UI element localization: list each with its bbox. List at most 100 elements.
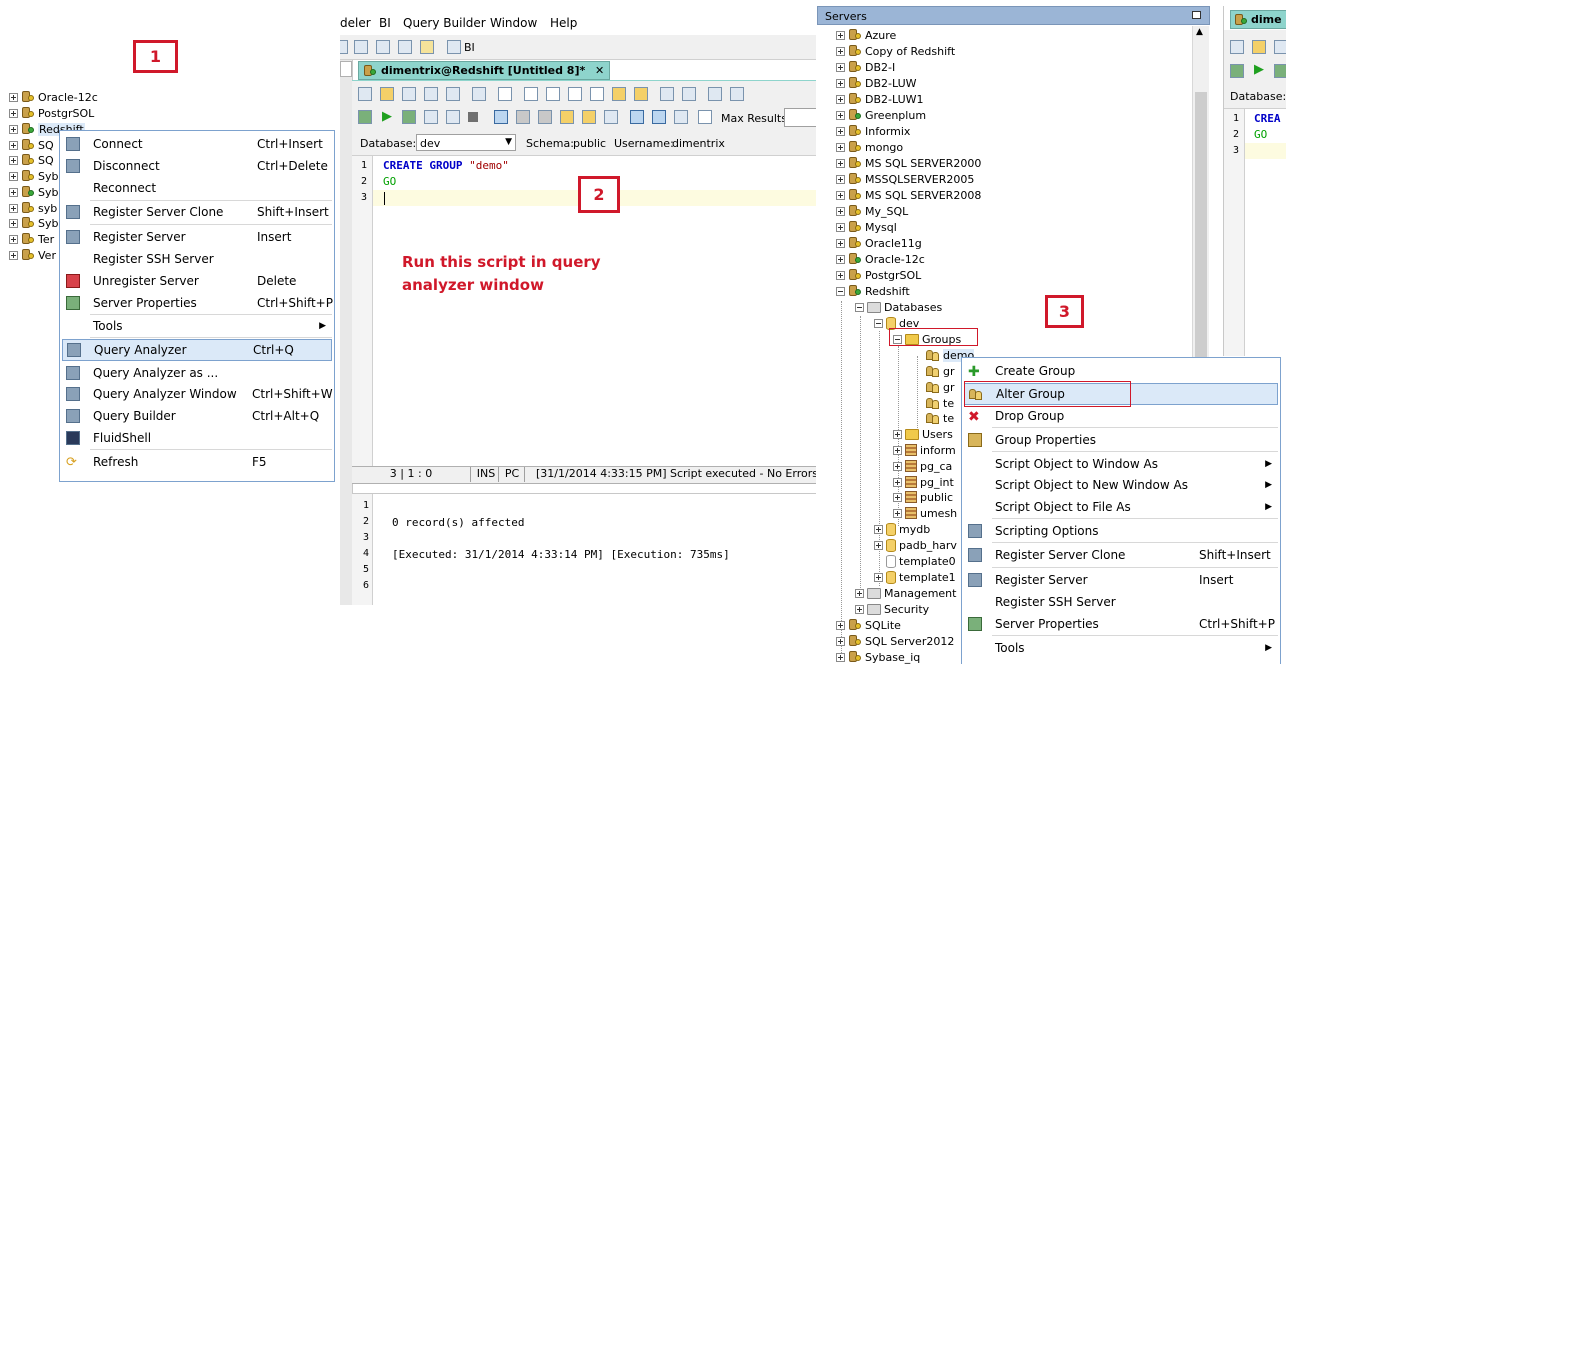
expand-icon[interactable]	[9, 234, 18, 244]
text-results-icon[interactable]	[652, 110, 666, 124]
menu-item-register-ssh-server[interactable]: Register SSH Server	[62, 249, 332, 269]
menu-help[interactable]: Help	[550, 16, 577, 30]
tree-node[interactable]: syb	[9, 200, 57, 216]
tree-node-group[interactable]: te	[926, 395, 954, 411]
menu-item-tools[interactable]: Tools ▶	[964, 638, 1278, 658]
expand-icon[interactable]	[836, 222, 845, 232]
tree-node-db[interactable]: padb_harv	[874, 537, 957, 553]
expand-icon[interactable]	[836, 78, 845, 88]
tree-node-group[interactable]: gr	[926, 379, 955, 395]
tree-node[interactable]: DB2-LUW1	[836, 91, 924, 107]
menu-item-register-server[interactable]: Register Server Insert	[62, 227, 332, 247]
menu-item-scripting-options[interactable]: Scripting Options	[964, 521, 1278, 541]
tree-node[interactable]: DB2-I	[836, 59, 895, 75]
expand-icon[interactable]	[893, 445, 902, 455]
menu-window[interactable]: Window	[490, 16, 537, 30]
expand-icon[interactable]	[836, 270, 845, 280]
expand-icon[interactable]	[9, 124, 18, 134]
save-as-icon[interactable]	[424, 87, 438, 101]
expand-icon[interactable]	[874, 524, 883, 534]
expand-icon[interactable]	[893, 492, 902, 502]
toolbar-icon[interactable]	[340, 40, 348, 54]
unformat-icon[interactable]	[682, 87, 696, 101]
copy-icon[interactable]	[568, 87, 582, 101]
collapse-icon[interactable]	[855, 302, 864, 312]
tree-node[interactable]: Syb	[9, 184, 58, 200]
expand-icon[interactable]	[836, 174, 845, 184]
expand-icon[interactable]	[855, 604, 864, 614]
toolbar-icon[interactable]	[376, 40, 390, 54]
max-results-input[interactable]	[784, 108, 816, 127]
menu-item-server-properties[interactable]: Server Properties Ctrl+Shift+P	[62, 293, 333, 313]
execute-current-icon[interactable]	[402, 110, 416, 124]
menu-query-builder[interactable]: Query Builder	[403, 16, 486, 30]
menu-item-tools[interactable]: Tools ▶	[62, 316, 332, 336]
menu-item-query-analyzer[interactable]: Query Analyzer Ctrl+Q	[62, 339, 332, 361]
format-icon[interactable]	[660, 87, 674, 101]
tree-node-db[interactable]: template0	[886, 553, 956, 569]
menu-item-query-analyzer-as[interactable]: Query Analyzer as ...	[62, 363, 332, 383]
toolbar-icon[interactable]	[398, 40, 412, 54]
menu-item-drop-group[interactable]: ✖ Drop Group	[964, 406, 1278, 426]
collapse-icon[interactable]	[836, 286, 845, 296]
execute-all-icon[interactable]	[1230, 64, 1244, 78]
expand-icon[interactable]	[9, 250, 18, 260]
menu-item-register-server-clone[interactable]: Register Server Clone Shift+Insert	[964, 545, 1278, 565]
menu-modeler[interactable]: deler	[340, 16, 371, 30]
rollback-icon[interactable]	[538, 110, 552, 124]
cut-icon[interactable]	[546, 87, 560, 101]
tree-node[interactable]: SQ	[9, 152, 54, 168]
tab-query-editor-2[interactable]: dime	[1230, 10, 1286, 29]
link-icon[interactable]	[708, 87, 722, 101]
database-select[interactable]: dev ▼	[416, 134, 516, 151]
expand-icon[interactable]	[836, 206, 845, 216]
plan-icon[interactable]	[446, 110, 460, 124]
tree-node[interactable]: SQLite	[836, 617, 901, 633]
expand-icon[interactable]	[9, 187, 18, 197]
expand-icon[interactable]	[9, 108, 18, 118]
expand-icon[interactable]	[893, 429, 902, 439]
expand-icon[interactable]	[9, 155, 18, 165]
unlink-icon[interactable]	[730, 87, 744, 101]
tree-node[interactable]: SQL Server2012	[836, 633, 954, 649]
expand-icon[interactable]	[836, 30, 845, 40]
new-icon[interactable]	[358, 87, 372, 101]
expand-icon[interactable]	[9, 92, 18, 102]
tree-node-databases[interactable]: Databases	[855, 299, 942, 315]
explain-icon[interactable]	[424, 110, 438, 124]
tree-node[interactable]: Oracle-12c	[9, 89, 98, 105]
restore-icon[interactable]	[1192, 11, 1201, 19]
expand-icon[interactable]	[836, 94, 845, 104]
redo-icon[interactable]	[634, 87, 648, 101]
menu-item-connect[interactable]: Connect Ctrl+Insert	[62, 134, 332, 154]
expand-icon[interactable]	[836, 620, 845, 630]
open-icon[interactable]	[1252, 40, 1266, 54]
expand-icon[interactable]	[836, 142, 845, 152]
tree-node-redshift[interactable]: Redshift	[836, 283, 910, 299]
expand-icon[interactable]	[836, 652, 845, 662]
expand-icon[interactable]	[9, 218, 18, 228]
save-all-icon[interactable]	[446, 87, 460, 101]
results-icon[interactable]	[698, 110, 712, 124]
left-tab-stub[interactable]	[340, 61, 352, 77]
scroll-thumb[interactable]	[1195, 92, 1207, 366]
tree-node-users[interactable]: Users	[893, 426, 953, 442]
menu-item-unregister-server[interactable]: Unregister Server Delete	[62, 271, 332, 291]
menu-item-script-to-file[interactable]: Script Object to File As ▶	[964, 497, 1278, 517]
tree-node[interactable]: Syb	[9, 168, 58, 184]
expand-icon[interactable]	[836, 46, 845, 56]
expand-icon[interactable]	[893, 477, 902, 487]
bookmark-icon[interactable]	[560, 110, 574, 124]
tree-node[interactable]: MS SQL SERVER2000	[836, 155, 981, 171]
expand-icon[interactable]	[893, 508, 902, 518]
open-icon[interactable]	[380, 87, 394, 101]
print-icon[interactable]	[472, 87, 486, 101]
tree-node[interactable]: Copy of Redshift	[836, 43, 955, 59]
select-icon[interactable]	[524, 87, 538, 101]
undo-icon[interactable]	[612, 87, 626, 101]
collapse-icon[interactable]	[874, 318, 883, 328]
tree-node[interactable]: Informix	[836, 123, 910, 139]
tree-node[interactable]: SQ	[9, 137, 54, 153]
tab-query-editor[interactable]: dimentrix@Redshift [Untitled 8]* ✕	[358, 61, 610, 80]
expand-icon[interactable]	[855, 588, 864, 598]
